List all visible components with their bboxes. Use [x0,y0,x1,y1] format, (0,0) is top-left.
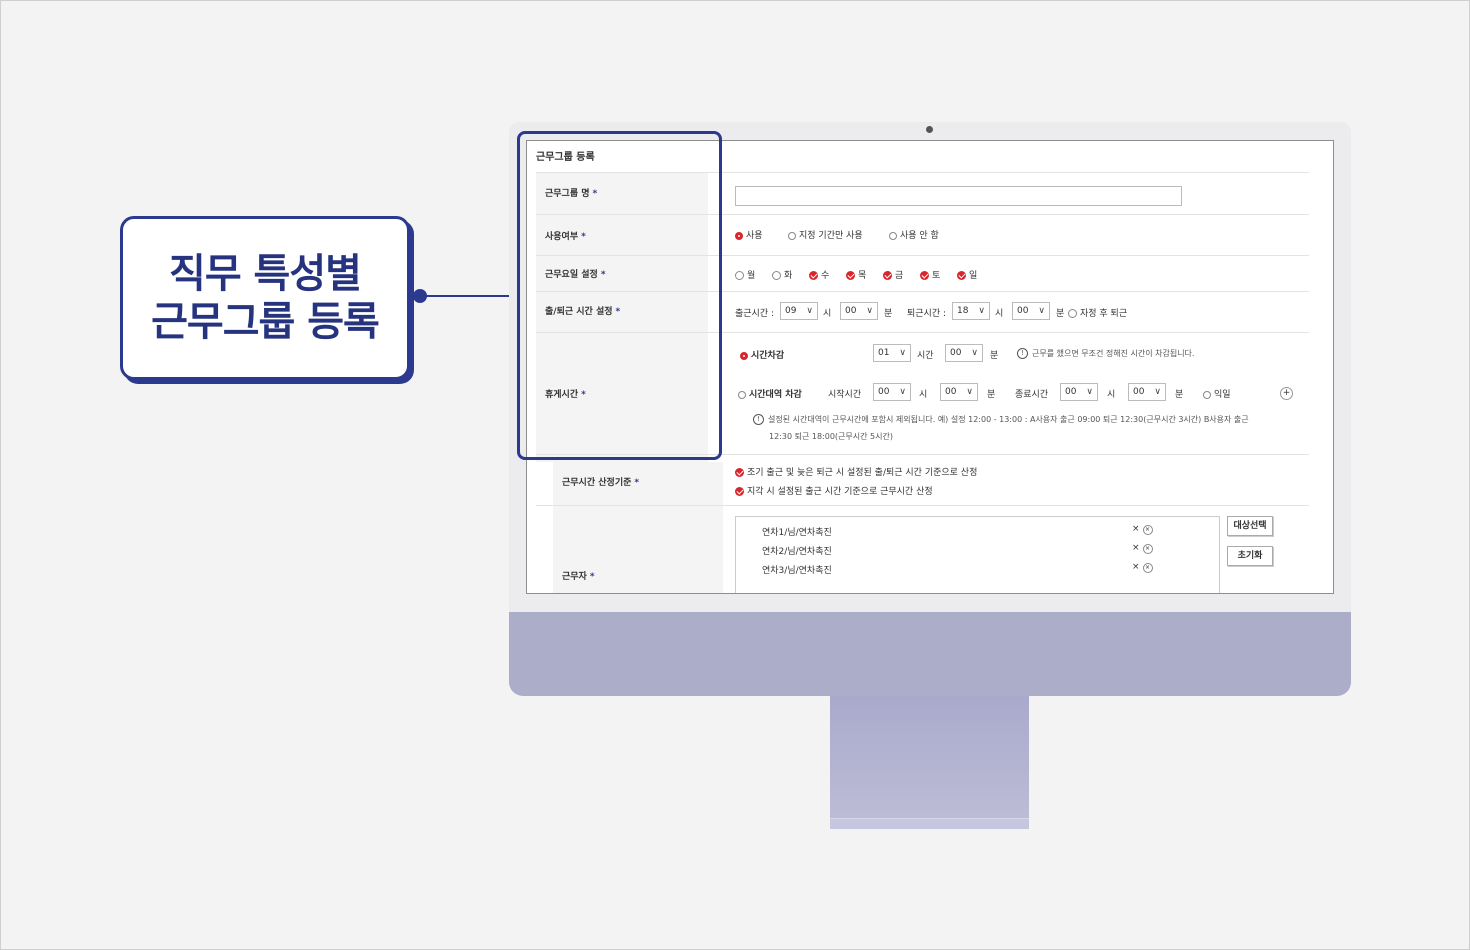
close-icon: × [1142,525,1153,535]
break-start-hour-select[interactable]: 00 [873,383,911,401]
hour-unit: 시 [823,309,832,319]
hour-unit: 시 [919,390,928,400]
deduct-note: ! 근무를 했으면 무조건 정해진 시간이 차감됩니다. [1017,348,1194,359]
range-note-2: 12:30 퇴근 18:00(근무시간 5시간) [769,432,893,441]
checkbox-icon [735,271,744,280]
remove-worker-button[interactable]: × × [1132,524,1153,535]
group-name-input[interactable] [735,186,1182,206]
checkbox-checked-icon [735,468,744,477]
divider [536,505,1309,506]
break-range-radio[interactable]: 시간대역 차감 [738,387,802,400]
day-checkbox-fri[interactable]: 금 [883,268,903,281]
info-icon: ! [1017,348,1028,359]
use-option-2[interactable]: 지정 기간만 사용 [788,228,863,241]
callout-line-2: 근무그룹 등록 [151,299,380,345]
day-checkbox-sun[interactable]: 일 [957,268,977,281]
calc-option-1[interactable]: 조기 출근 및 늦은 퇴근 시 설정된 출/퇴근 시간 기준으로 산정 [735,465,977,478]
close-icon: × [1142,544,1153,554]
remove-worker-button[interactable]: × × [1132,543,1153,554]
min-unit: 분 [990,351,999,361]
after-midnight-checkbox[interactable]: 자정 후 퇴근 [1068,306,1127,319]
checkbox-checked-icon [846,271,855,280]
monitor-chin [509,612,1351,696]
checkbox-checked-icon [809,271,818,280]
radio-icon [1203,390,1211,399]
monitor-foot [830,818,1029,829]
calc-option-2[interactable]: 지각 시 설정된 출근 시간 기준으로 근무시간 산정 [735,484,933,497]
min-unit: 분 [884,309,893,319]
break-end-hour-select[interactable]: 00 [1060,383,1098,401]
min-unit: 분 [987,390,996,400]
remove-worker-button[interactable]: × × [1132,562,1153,573]
commute-out-hour-select[interactable]: 18 [952,302,990,320]
commute-out-label: 퇴근시간 : [907,309,947,319]
info-icon: ! [753,414,764,425]
commute-in-label: 출근시간 : [735,309,775,319]
label-workers: 근무자 * [562,572,595,582]
end-time-label: 종료시간 [1015,390,1049,400]
checkbox-icon [1068,309,1077,318]
leader-line [420,295,520,297]
commute-out-min-select[interactable]: 00 [1012,302,1050,320]
radio-icon [889,231,897,240]
break-deduct-hour-select[interactable]: 01 [873,344,911,362]
use-option-3[interactable]: 사용 안 함 [889,228,939,241]
feature-callout: 직무 특성별 근무그룹 등록 [120,216,410,380]
select-target-button[interactable]: 대상선택 [1227,516,1273,536]
list-item: 연차2/님/연차촉진 [762,547,832,557]
start-time-label: 시작시간 [828,390,862,400]
commute-in-min-select[interactable]: 00 [840,302,878,320]
radio-selected-icon [740,351,748,360]
break-end-min-select[interactable]: 00 [1128,383,1166,401]
min-unit: 분 [1175,390,1184,400]
highlight-box [517,131,722,460]
checkbox-checked-icon [957,271,966,280]
radio-icon [788,231,796,240]
label-calc: 근무시간 산정기준 * [562,478,640,488]
day-checkbox-thu[interactable]: 목 [846,268,866,281]
radio-icon [738,390,746,399]
checkbox-checked-icon [735,487,744,496]
commute-in-hour-select[interactable]: 09 [780,302,818,320]
list-item: 연차3/님/연차촉진 [762,566,832,576]
min-unit: 분 [1056,309,1065,319]
break-start-min-select[interactable]: 00 [940,383,978,401]
list-item: 연차1/님/연차촉진 [762,528,832,538]
range-note-1: ! 설정된 시간대역이 근무시간에 포함시 제외됩니다. 예) 설정 12:00 … [753,414,1249,425]
close-icon: × [1142,563,1153,573]
worker-list: 연차1/님/연차촉진 × × 연차2/님/연차촉진 × × 연차3/님/연차촉진 ×… [735,516,1220,593]
break-deduct-min-select[interactable]: 00 [945,344,983,362]
use-option-1[interactable]: 사용 [735,228,763,241]
checkbox-icon [772,271,781,280]
reset-button[interactable]: 초기화 [1227,546,1273,566]
next-day-radio[interactable]: 익일 [1203,387,1231,400]
break-deduct-radio[interactable]: 시간차감 [740,348,784,361]
checkbox-checked-icon [883,271,892,280]
hour-unit: 시 [1107,390,1116,400]
radio-selected-icon [735,231,743,240]
callout-line-1: 직무 특성별 [169,251,362,297]
day-checkbox-mon[interactable]: 월 [735,268,755,281]
time-unit: 시간 [917,351,934,361]
hour-unit: 시 [995,309,1004,319]
day-checkbox-sat[interactable]: 토 [920,268,940,281]
camera-icon [926,126,933,133]
checkbox-checked-icon [920,271,929,280]
monitor-stand [830,696,1029,818]
add-range-button[interactable]: + [1280,387,1293,400]
day-checkbox-wed[interactable]: 수 [809,268,829,281]
day-checkbox-tue[interactable]: 화 [772,268,792,281]
